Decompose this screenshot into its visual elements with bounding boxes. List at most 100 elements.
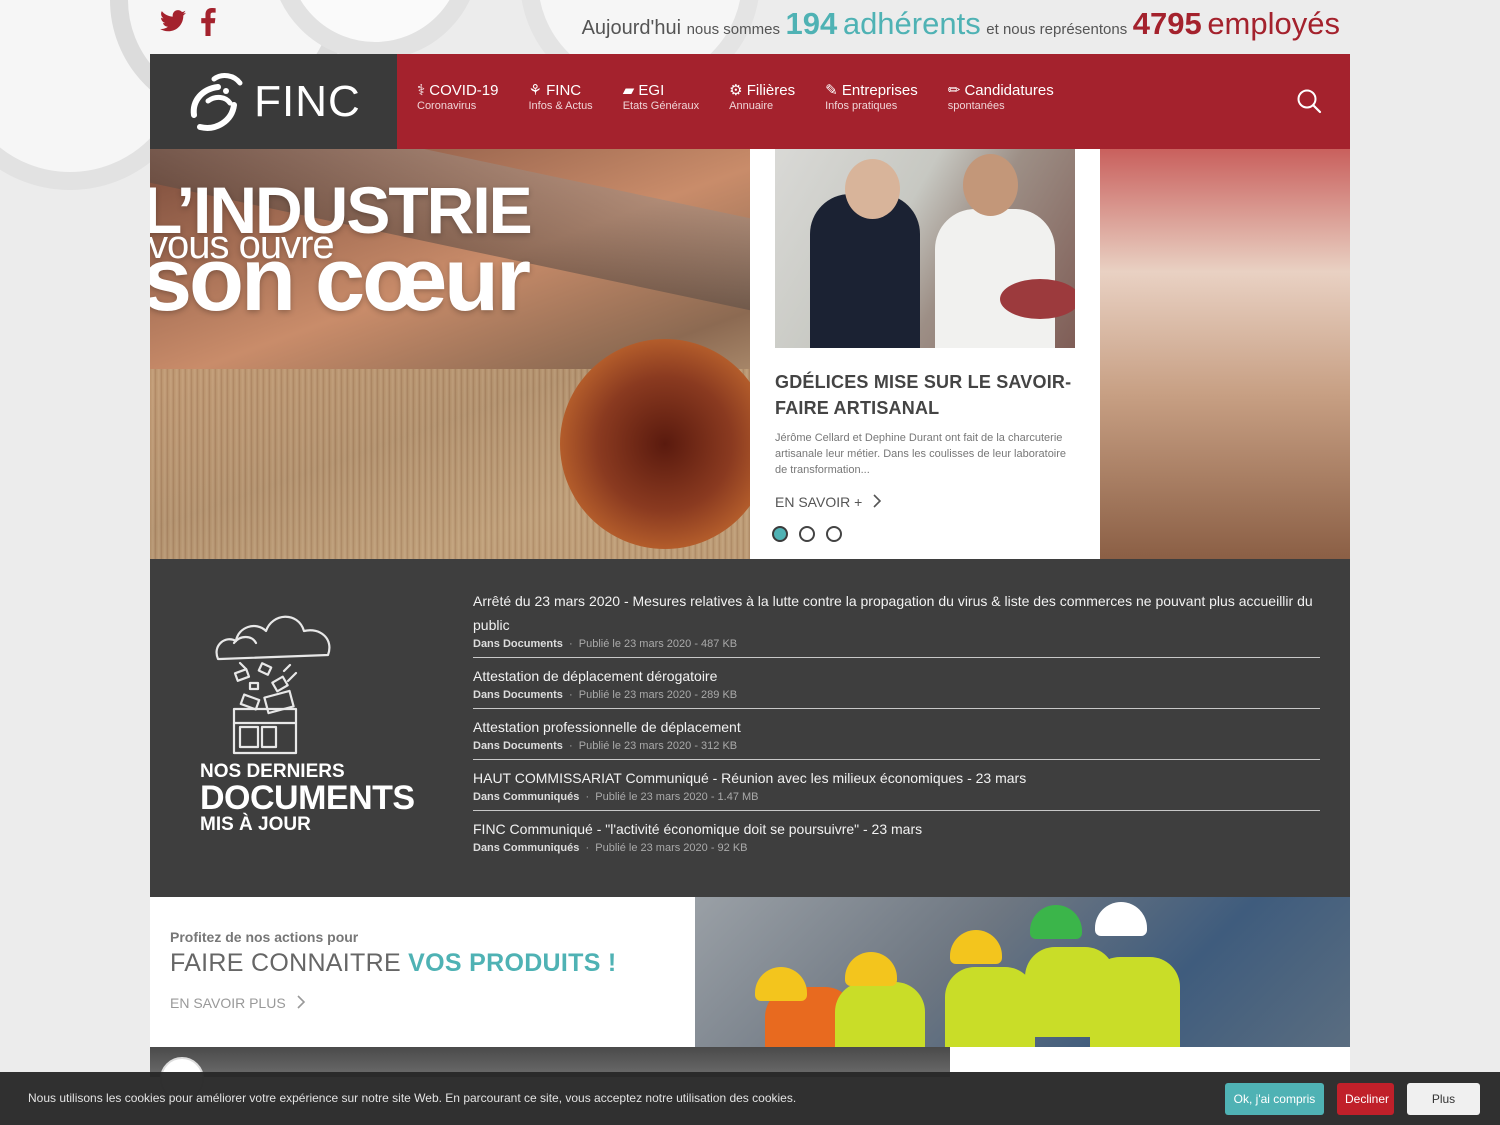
document-category[interactable]: Dans Documents [473,689,563,701]
employees-count: 4795 [1132,6,1202,41]
facebook-icon[interactable] [200,8,216,43]
nav-item-subtitle: Etats Généraux [622,100,700,112]
document-details: Publié le 23 mars 2020 - 487 KB [578,638,738,650]
slider-dot-3[interactable] [826,526,842,542]
nav-item-subtitle: Annuaire [729,100,774,112]
membership-stats: Aujourd'hui nous sommes 194 adhérents et… [582,6,1340,42]
social-links [160,8,216,43]
hero-article-card: GDÉLICES MISE SUR LE SAVOIR-FAIRE ARTISA… [750,149,1100,559]
nav-item-covid[interactable]: ⚕ COVID-19 Coronavirus [417,82,498,112]
wrench-icon: ✎ [825,82,838,99]
nav-item-title: COVID-19 [429,82,499,99]
members-word: adhérents [842,6,981,41]
top-bar: Aujourd'hui nous sommes 194 adhérents et… [150,0,1350,54]
slider-dot-1[interactable] [772,526,788,542]
documents-heading: NOS DERNIERS DOCUMENTS MIS À JOUR [200,762,415,834]
article-read-more-link[interactable]: EN SAVOIR + [775,494,882,510]
documents-list: Arrêté du 23 mars 2020 - Mesures relativ… [473,589,1320,867]
document-item[interactable]: Attestation de déplacement dérogatoire D… [473,664,1320,709]
cookie-more-info-button[interactable]: Plus d'infos [1407,1083,1480,1125]
document-title[interactable]: Arrêté du 23 mars 2020 - Mesures relativ… [473,589,1320,637]
article-photo[interactable] [775,149,1075,348]
slider-dots [772,526,842,542]
pencil-icon: ✏ [947,82,961,99]
members-count: 194 [785,6,838,41]
nav-item-subtitle: Coronavirus [417,100,477,112]
promo-headline-accent: VOS PRODUITS ! [408,949,617,977]
chevron-right-icon [873,494,882,508]
logo-text: FINC [254,76,361,126]
document-title[interactable]: HAUT COMMISSARIAT Communiqué - Réunion a… [473,766,1320,790]
nav-item-title: Filières [746,82,796,99]
nav-item-subtitle: spontanées [947,100,1005,112]
document-item[interactable]: HAUT COMMISSARIAT Communiqué - Réunion a… [473,766,1320,811]
document-category[interactable]: Dans Communiqués [473,842,579,854]
search-icon[interactable] [1296,88,1322,114]
nav-item-filieres[interactable]: ⚙ Filières Annuaire [729,82,795,112]
employees-word: employés [1207,6,1340,41]
nav-item-subtitle: Infos & Actus [528,100,593,112]
nav-item-subtitle: Infos pratiques [825,100,898,112]
promo-headline-plain: FAIRE CONNAITRE [170,949,401,977]
hero-slider: L’INDUSTRIE vous ouvre son cœur GDÉLICES… [150,149,1350,559]
stats-we-are: nous sommes [686,21,780,38]
document-details: Publié le 23 mars 2020 - 1.47 MB [595,791,759,803]
nav-item-title: Candidatures [964,82,1054,99]
document-item[interactable]: Arrêté du 23 mars 2020 - Mesures relativ… [473,589,1320,658]
user-md-icon: ⚕ [417,82,426,99]
documents-heading-line2: DOCUMENTS [200,779,415,817]
documents-heading-line3: MIS À JOUR [200,814,311,835]
main-nav: FINC ⚕ COVID-19 Coronavirus ⚘ FINC Infos… [150,54,1350,149]
workers-photo [695,897,1350,1047]
cookie-accept-button[interactable]: Ok, j'ai compris ! [1225,1083,1324,1125]
document-item[interactable]: FINC Communiqué - "l'activité économique… [473,817,1320,861]
slider-dot-2[interactable] [799,526,815,542]
read-more-label: EN SAVOIR + [775,494,863,510]
documents-section: NOS DERNIERS DOCUMENTS MIS À JOUR Arrêté… [150,559,1350,897]
hero-image-meat [560,339,770,549]
chevron-right-icon [296,995,305,1009]
promo-headline: FAIRE CONNAITRE VOS PRODUITS ! [170,949,617,978]
nav-item-title: EGI [638,82,665,99]
nav-item-title: FINC [546,82,582,99]
document-meta: Dans Documents · Publié le 23 mars 2020 … [473,740,738,752]
nav-item-finc[interactable]: ⚘ FINC Infos & Actus [528,82,592,112]
document-meta: Dans Documents · Publié le 23 mars 2020 … [473,689,738,701]
promo-link-label: EN SAVOIR PLUS [170,995,286,1011]
cookie-text: Nous utilisons les cookies pour améliore… [28,1091,797,1105]
document-title[interactable]: Attestation de déplacement dérogatoire [473,664,1320,688]
promo-read-more-link[interactable]: EN SAVOIR PLUS [170,995,306,1011]
document-meta: Dans Documents · Publié le 23 mars 2020 … [473,638,738,650]
article-title[interactable]: GDÉLICES MISE SUR LE SAVOIR-FAIRE ARTISA… [775,369,1075,421]
document-meta: Dans Communiqués · Publié le 23 mars 202… [473,842,748,854]
rooster-logo-icon [190,72,243,131]
nav-menu: ⚕ COVID-19 Coronavirus ⚘ FINC Infos & Ac… [417,82,1054,112]
article-excerpt: Jérôme Cellard et Dephine Durant ont fai… [775,432,1067,476]
nav-item-egi[interactable]: ▰ EGI Etats Généraux [623,82,699,112]
document-details: Publié le 23 mars 2020 - 289 KB [578,689,738,701]
nav-item-title: Entreprises [841,82,918,99]
document-title[interactable]: Attestation professionnelle de déplaceme… [473,715,1320,739]
nav-item-candidatures[interactable]: ✏ Candidatures spontanées [948,82,1054,112]
cookie-decline-button[interactable]: Decliner [1337,1083,1394,1115]
twitter-icon[interactable] [160,8,186,43]
promo-products: Profitez de nos actions pour FAIRE CONNA… [150,897,695,1047]
hero-title-line3: son cœur [150,230,531,330]
hero-image-right [1100,149,1350,559]
document-details: Publié le 23 mars 2020 - 92 KB [595,842,748,854]
stats-prefix: Aujourd'hui [581,17,682,39]
nav-item-entreprises[interactable]: ✎ Entreprises Infos pratiques [825,82,918,112]
hero-title: L’INDUSTRIE vous ouvre son cœur [150,177,533,330]
comments-icon: ▰ [622,82,635,99]
site-logo[interactable]: FINC [150,54,397,149]
document-item[interactable]: Attestation professionnelle de déplaceme… [473,715,1320,760]
document-title[interactable]: FINC Communiqué - "l'activité économique… [473,817,1320,841]
stats-represent: et nous représentons [986,21,1128,38]
document-category[interactable]: Dans Documents [473,740,563,752]
cookie-banner: Nous utilisons les cookies pour améliore… [0,1072,1500,1125]
document-details: Publié le 23 mars 2020 - 312 KB [578,740,738,752]
document-meta: Dans Communiqués · Publié le 23 mars 202… [473,791,759,803]
document-category[interactable]: Dans Documents [473,638,563,650]
document-category[interactable]: Dans Communiqués [473,791,579,803]
finc-icon: ⚘ [528,82,542,99]
